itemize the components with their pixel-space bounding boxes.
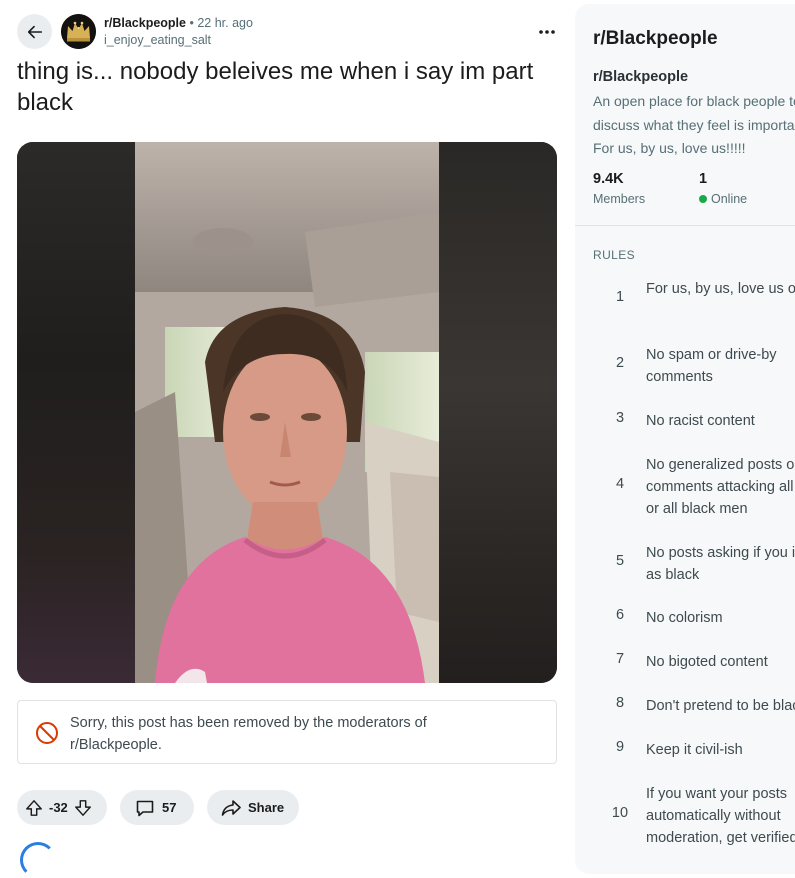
more-options-button[interactable] bbox=[534, 20, 560, 44]
back-button[interactable] bbox=[17, 14, 52, 49]
share-label: Share bbox=[248, 800, 285, 815]
rule-number: 1 bbox=[615, 289, 625, 305]
rule-text: For us, by us, love us only bbox=[646, 281, 795, 297]
rule-number: 8 bbox=[615, 695, 625, 711]
community-description: An open place for black people to discus… bbox=[593, 93, 795, 156]
rule-text: No generalized posts or comments attacki… bbox=[646, 457, 795, 517]
subreddit-link[interactable]: r/Blackpeople bbox=[104, 16, 186, 30]
rule-number: 10 bbox=[611, 805, 629, 821]
share-button[interactable]: Share bbox=[207, 790, 299, 825]
rule-item[interactable]: 10 If you want your posts automatically … bbox=[575, 783, 795, 849]
rule-item[interactable]: 8 Don't pretend to be black bbox=[575, 695, 795, 717]
downvote-button[interactable] bbox=[74, 799, 92, 817]
post-time: 22 hr. ago bbox=[197, 16, 253, 30]
community-sidebar: r/Blackpeople r/Blackpeople An open plac… bbox=[575, 4, 795, 874]
rule-text: No bigoted content bbox=[646, 654, 768, 670]
rule-number: 7 bbox=[615, 651, 625, 667]
community-name: r/Blackpeople bbox=[593, 69, 689, 85]
upvote-arrow-icon bbox=[26, 799, 42, 816]
author-link[interactable]: i_enjoy_eating_salt bbox=[104, 32, 253, 49]
crown-logo-icon bbox=[61, 14, 96, 49]
loading-spinner-icon bbox=[20, 842, 56, 878]
comments-button[interactable]: 57 bbox=[120, 790, 194, 825]
upvote-button[interactable] bbox=[25, 799, 43, 817]
rule-item[interactable]: 1 For us, by us, love us only bbox=[575, 278, 795, 322]
share-arrow-icon bbox=[221, 798, 241, 818]
rule-number: 4 bbox=[615, 476, 625, 492]
rule-text: Keep it civil-ish bbox=[646, 742, 743, 758]
comment-count: 57 bbox=[162, 800, 177, 815]
image-blur-left bbox=[17, 142, 135, 683]
rule-text: No spam or drive-by comments bbox=[646, 347, 777, 385]
more-options-icon bbox=[539, 30, 555, 34]
rules-heading: RULES bbox=[593, 248, 636, 262]
post-title: thing is... nobody beleives me when i sa… bbox=[17, 58, 534, 116]
post-column: r/Blackpeople • 22 hr. ago i_enjoy_eatin… bbox=[0, 0, 575, 878]
rule-text: No racist content bbox=[646, 413, 755, 429]
back-arrow-icon bbox=[27, 25, 42, 38]
post-image[interactable] bbox=[17, 142, 557, 683]
members-label: Members bbox=[593, 192, 646, 206]
meta-separator: • bbox=[189, 16, 194, 30]
rule-text: If you want your posts automatically wit… bbox=[646, 786, 795, 846]
rule-number: 6 bbox=[615, 607, 625, 623]
rule-item[interactable]: 4 No generalized posts or comments attac… bbox=[575, 454, 795, 520]
online-stat: 1 Online bbox=[699, 170, 747, 206]
members-count: 9.4K bbox=[593, 171, 624, 187]
rule-text: Don't pretend to be black bbox=[646, 698, 795, 714]
removed-notice: Sorry, this post has been removed by the… bbox=[17, 700, 557, 764]
selfie-photo bbox=[135, 142, 439, 683]
rule-text: No colorism bbox=[646, 610, 723, 626]
rule-number: 5 bbox=[615, 553, 625, 569]
online-label: Online bbox=[711, 192, 748, 206]
post-meta: r/Blackpeople • 22 hr. ago i_enjoy_eatin… bbox=[104, 15, 253, 49]
ban-icon bbox=[36, 722, 58, 744]
rule-number: 3 bbox=[615, 410, 625, 426]
rule-text: No posts asking if you identify as black bbox=[646, 545, 795, 583]
downvote-arrow-icon bbox=[74, 799, 91, 816]
rule-item[interactable]: 6 No colorism bbox=[575, 607, 795, 629]
online-dot-icon bbox=[699, 195, 707, 203]
members-stat: 9.4K Members bbox=[593, 170, 645, 206]
rule-number: 2 bbox=[615, 355, 625, 371]
post-score: -32 bbox=[49, 800, 68, 815]
rule-item[interactable]: 5 No posts asking if you identify as bla… bbox=[575, 542, 795, 586]
rule-number: 9 bbox=[615, 739, 625, 755]
vote-controls: -32 bbox=[17, 790, 107, 825]
online-count: 1 bbox=[699, 171, 708, 187]
rule-item[interactable]: 9 Keep it civil-ish bbox=[575, 739, 795, 761]
image-blur-right bbox=[439, 142, 557, 683]
sidebar-title[interactable]: r/Blackpeople bbox=[593, 28, 718, 50]
sidebar-divider bbox=[575, 225, 795, 226]
removed-notice-text: Sorry, this post has been removed by the… bbox=[70, 715, 427, 753]
rule-item[interactable]: 2 No spam or drive-by comments bbox=[575, 344, 795, 388]
subreddit-avatar[interactable] bbox=[61, 14, 96, 49]
rule-item[interactable]: 3 No racist content bbox=[575, 410, 795, 432]
rule-item[interactable]: 7 No bigoted content bbox=[575, 651, 795, 673]
comment-bubble-icon bbox=[135, 798, 155, 818]
